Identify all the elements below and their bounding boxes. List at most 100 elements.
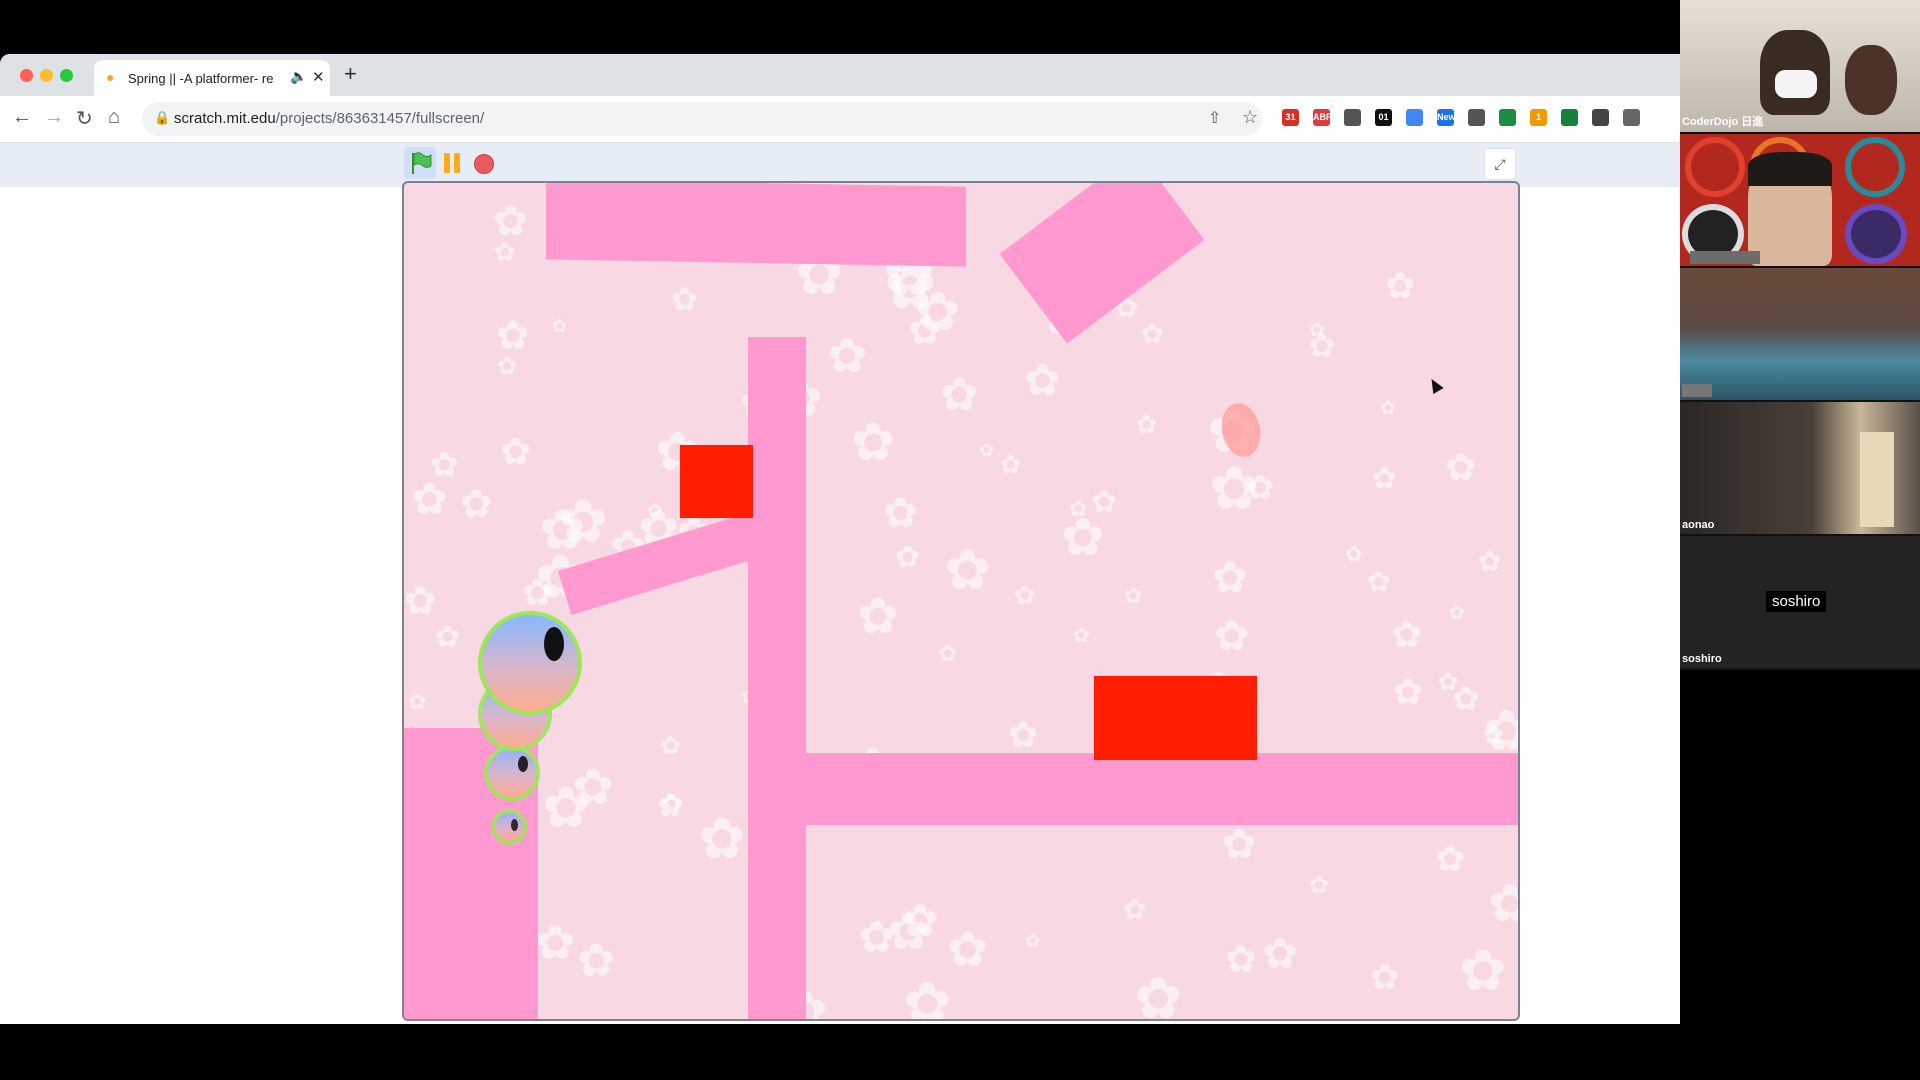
- google-icon[interactable]: [1406, 109, 1423, 126]
- blossom: ✿: [1014, 580, 1036, 610]
- red-hazard-block: [1094, 676, 1257, 760]
- player-eye: [511, 819, 518, 831]
- pause-icon: [444, 153, 450, 173]
- puzzle-icon[interactable]: [1468, 109, 1485, 126]
- blossom: ✿: [647, 501, 663, 522]
- blossom: ✿: [660, 732, 681, 760]
- game-stage[interactable]: ✿ ✿ ✿ ✿ ✿ ✿ ✿ ✿ ✿ ✿ ✿ ✿ ✿ ✿ ✿ ✿ ✿ ✿ ✿ ✿ ✿ ✿ ✿ ✿ ✿ ✿ ✿ ✿ ✿ ✿ ✿ ✿ ✿ ✿ ✿ ✿ ✿ ✿ ✿ ✿…: [402, 181, 1520, 1021]
- video-tile[interactable]: CoderDojo 日進: [1680, 0, 1920, 132]
- blossom: ✿: [698, 807, 746, 871]
- blossom: ✿: [979, 440, 995, 460]
- blossom: ✿: [1136, 411, 1157, 439]
- blossom: ✿: [1308, 327, 1336, 364]
- green-flag-button[interactable]: [404, 147, 436, 179]
- qr-icon[interactable]: [1592, 109, 1609, 126]
- blossom: ✿: [552, 316, 568, 336]
- blossom: ✿: [435, 621, 461, 654]
- address-bar[interactable]: 🔒 scratch.mit.edu/projects/863631457/ful…: [142, 102, 1262, 136]
- blossom: ✿: [1134, 966, 1183, 1021]
- minimize-window-button[interactable]: [40, 69, 53, 82]
- back-icon[interactable]: ←: [12, 106, 32, 129]
- blossom: ✿: [558, 488, 609, 555]
- player-eye: [518, 756, 528, 772]
- blossom: ✿: [1488, 878, 1518, 930]
- green-flag-icon: [412, 152, 432, 174]
- name-label-blurred: [1682, 384, 1712, 397]
- browser-window: ● Spring || -A platformer- re 🔈 ✕ + ← → …: [0, 54, 1680, 1024]
- share-icon[interactable]: ⇧: [1208, 108, 1221, 128]
- blossom: ✿: [1391, 614, 1423, 655]
- blossom: ✿: [1025, 931, 1041, 951]
- speaker-icon[interactable]: 🔈: [290, 68, 307, 85]
- blossom: ✿: [1345, 543, 1363, 566]
- gear-logo-icon: [1685, 137, 1745, 197]
- new-tab-button[interactable]: +: [344, 61, 357, 87]
- participant-name: soshiro: [1682, 653, 1722, 665]
- blossom: ✿: [1069, 496, 1088, 521]
- home-icon[interactable]: ⌂: [108, 106, 120, 129]
- blossom: ✿: [1212, 554, 1249, 602]
- blossom: ✿: [1309, 872, 1330, 899]
- grid-icon[interactable]: [1623, 109, 1640, 126]
- player-trail: [484, 745, 540, 801]
- blossom: ✿: [404, 580, 437, 623]
- platform-top: [546, 183, 966, 267]
- participant-name: aonao: [1682, 519, 1715, 531]
- video-tile[interactable]: soshiro soshiro: [1680, 536, 1920, 668]
- diamond-icon[interactable]: [1499, 109, 1516, 126]
- face-mask: [1775, 70, 1817, 98]
- blossom: ✿: [1449, 603, 1465, 624]
- video-tile[interactable]: aonao: [1680, 402, 1920, 534]
- blossom: ✿: [1483, 721, 1504, 749]
- close-tab-icon[interactable]: ✕: [312, 68, 325, 86]
- toggl-icon[interactable]: 01: [1375, 109, 1392, 126]
- blossom: ✿: [940, 368, 979, 420]
- scratch-cat-icon: ●: [106, 69, 115, 85]
- person-hair: [1748, 152, 1832, 186]
- blossom: ✿: [494, 237, 516, 267]
- blossom: ✿: [1478, 546, 1502, 577]
- blossom: ✿: [500, 431, 532, 472]
- blossom: ✿: [883, 489, 919, 536]
- browser-toolbar: ← → ↻ ⌂ 🔒 scratch.mit.edu/projects/86363…: [0, 96, 1680, 143]
- blossom: ✿: [908, 309, 942, 353]
- lock-icon[interactable]: 🔒: [154, 110, 170, 126]
- blossom: ✿: [858, 913, 895, 962]
- close-window-button[interactable]: [20, 69, 33, 82]
- clock-icon[interactable]: [1344, 109, 1361, 126]
- forward-icon[interactable]: →: [44, 106, 64, 129]
- blossom: ✿: [1380, 398, 1396, 419]
- blossom: ✿: [1393, 671, 1424, 712]
- blossom: ✿: [460, 483, 493, 526]
- maximize-window-button[interactable]: [60, 69, 73, 82]
- blossom: ✿: [1141, 319, 1164, 349]
- blossom: ✿: [493, 197, 529, 244]
- participant-badge: soshiro: [1766, 591, 1827, 612]
- blossom: ✿: [1262, 930, 1299, 978]
- adblock-icon[interactable]: ABP: [1313, 109, 1332, 126]
- green-square-icon[interactable]: [1561, 109, 1578, 126]
- tab-active[interactable]: ● Spring || -A platformer- re 🔈 ✕: [94, 60, 330, 96]
- blossom: ✿: [1209, 455, 1260, 522]
- url-path: /projects/863631457/fullscreen/: [275, 110, 485, 127]
- gmail-icon[interactable]: 31: [1282, 109, 1299, 126]
- blossom: ✿: [1370, 958, 1400, 997]
- blossom: ✿: [1367, 566, 1391, 597]
- news-icon[interactable]: New: [1437, 109, 1456, 126]
- bookmark-star-icon[interactable]: ☆: [1242, 107, 1258, 128]
- url-text: scratch.mit.edu/projects/863631457/fulls…: [174, 110, 484, 127]
- exit-fullscreen-button[interactable]: ⤢: [1484, 148, 1516, 180]
- blossom: ✿: [1091, 484, 1117, 519]
- pause-button[interactable]: [442, 153, 462, 173]
- blossom: ✿: [657, 787, 684, 823]
- window-light: [1860, 432, 1894, 527]
- orange-extension-icon[interactable]: 1: [1530, 109, 1547, 126]
- blossom: ✿: [1385, 265, 1416, 306]
- blossom: ✿: [947, 923, 989, 977]
- stop-button[interactable]: [474, 154, 494, 174]
- video-tile[interactable]: [1680, 268, 1920, 400]
- video-tile[interactable]: [1680, 134, 1920, 266]
- gear-logo-icon: [1845, 137, 1905, 197]
- reload-icon[interactable]: ↻: [76, 106, 93, 131]
- mouse-cursor-icon: [1426, 375, 1444, 395]
